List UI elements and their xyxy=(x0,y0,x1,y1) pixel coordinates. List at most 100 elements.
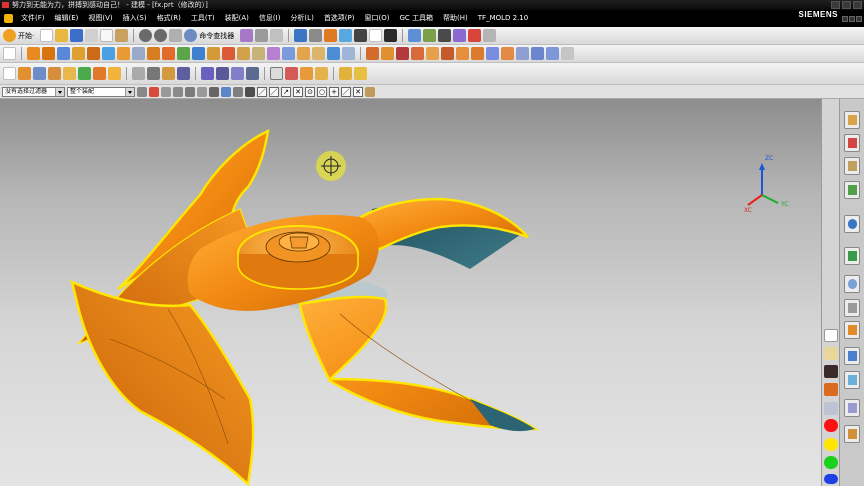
bom-icon[interactable] xyxy=(531,47,544,60)
control-point-snap-icon[interactable]: ↗ xyxy=(281,86,291,97)
render-style-icon[interactable] xyxy=(339,29,353,42)
undo-icon[interactable] xyxy=(139,29,153,42)
window-icon[interactable] xyxy=(255,29,269,42)
body-icon[interactable] xyxy=(48,67,61,80)
swatch-red[interactable] xyxy=(824,419,838,432)
core-cavity-icon[interactable] xyxy=(396,47,409,60)
display-icon[interactable] xyxy=(824,329,838,342)
split-body-icon[interactable] xyxy=(327,47,340,60)
selection-scope-dropdown[interactable]: 整个装配 xyxy=(67,86,135,97)
menu-edit[interactable]: 编辑(E) xyxy=(50,10,84,27)
block-icon[interactable] xyxy=(147,47,160,60)
part-navigator-tab[interactable] xyxy=(844,157,860,175)
doc-close-button[interactable] xyxy=(856,16,862,22)
standard-part-icon[interactable] xyxy=(426,47,439,60)
start-icon[interactable] xyxy=(3,29,16,42)
touch-mode-icon[interactable] xyxy=(240,29,254,42)
feature-rule-icon[interactable] xyxy=(185,86,195,97)
manufacturing-wizard-tab[interactable] xyxy=(844,321,860,339)
parting-icon[interactable] xyxy=(381,47,394,60)
repeat-command-icon[interactable] xyxy=(169,29,183,42)
menu-information[interactable]: 信息(I) xyxy=(254,10,286,27)
menu-gc-toolkit[interactable]: GC 工具箱 xyxy=(394,10,438,27)
menu-analysis[interactable]: 分析(L) xyxy=(285,10,318,27)
settings-icon[interactable] xyxy=(483,29,497,42)
cooling-icon[interactable] xyxy=(501,47,514,60)
edge-blend-icon[interactable] xyxy=(222,47,235,60)
doc-restore-button[interactable] xyxy=(849,16,855,22)
mold-wizard-icon[interactable] xyxy=(366,47,379,60)
body-rule-icon[interactable] xyxy=(197,86,207,97)
show-hide-icon[interactable] xyxy=(270,29,284,42)
swatch-blue[interactable] xyxy=(824,474,838,484)
patch-icon[interactable] xyxy=(78,67,91,80)
offset-face-icon[interactable] xyxy=(342,47,355,60)
menu-file[interactable]: 文件(F) xyxy=(16,10,50,27)
end-point-snap-icon[interactable]: ／ xyxy=(257,86,267,97)
clock-icon[interactable] xyxy=(468,29,482,42)
doc-minimize-button[interactable] xyxy=(842,16,848,22)
menu-tools[interactable]: 工具(T) xyxy=(186,10,220,27)
menu-view[interactable]: 视图(V) xyxy=(83,10,117,27)
hole-icon[interactable] xyxy=(57,47,70,60)
menu-help[interactable]: 帮助(H) xyxy=(438,10,473,27)
menu-tf-mold[interactable]: TF_MOLD 2.10 xyxy=(473,10,533,27)
curve-rule-icon[interactable] xyxy=(161,86,171,97)
open-folder-icon[interactable] xyxy=(55,29,69,42)
wcs-icon[interactable] xyxy=(233,86,243,97)
quadrant-snap-icon[interactable]: ○ xyxy=(317,86,327,97)
select-all-icon[interactable] xyxy=(209,86,219,97)
revolve-icon[interactable] xyxy=(42,47,55,60)
point-on-curve-snap-icon[interactable]: ／ xyxy=(341,86,351,97)
edge-display-icon[interactable] xyxy=(354,29,368,42)
snap-options-icon[interactable] xyxy=(365,86,375,97)
paste-icon[interactable] xyxy=(115,29,129,42)
arc-center-snap-icon[interactable]: ⊙ xyxy=(305,86,315,97)
triangle-icon[interactable] xyxy=(270,67,283,80)
command-finder-icon[interactable] xyxy=(184,29,198,42)
transform-icon[interactable] xyxy=(423,29,437,42)
mold-base-icon[interactable] xyxy=(411,47,424,60)
extrude-icon[interactable] xyxy=(27,47,40,60)
intersection-snap-icon[interactable]: ✕ xyxy=(293,86,303,97)
intersect-icon[interactable] xyxy=(207,47,220,60)
trim-icon[interactable] xyxy=(309,29,323,42)
view-icon[interactable] xyxy=(221,86,231,97)
redo-icon[interactable] xyxy=(154,29,168,42)
spring-icon[interactable] xyxy=(354,67,367,80)
line-icon[interactable] xyxy=(147,67,160,80)
pocket-icon[interactable] xyxy=(87,47,100,60)
roles-tab[interactable] xyxy=(844,347,860,365)
face-rule-icon[interactable] xyxy=(173,86,183,97)
menu-format[interactable]: 格式(R) xyxy=(152,10,186,27)
system-scenes-tab[interactable] xyxy=(844,371,860,389)
analysis-color-icon[interactable] xyxy=(824,365,838,378)
mirror-icon[interactable] xyxy=(297,47,310,60)
subtract-icon[interactable] xyxy=(192,47,205,60)
assembly-navigator-tab[interactable] xyxy=(844,111,860,129)
analyze-icon[interactable] xyxy=(300,67,313,80)
web-browser-tab[interactable] xyxy=(844,215,860,233)
boss-icon[interactable] xyxy=(72,47,85,60)
translucency-icon[interactable] xyxy=(824,402,838,415)
spline-icon[interactable] xyxy=(177,67,190,80)
tf-mold-tab[interactable] xyxy=(844,425,860,443)
new-file-icon[interactable] xyxy=(40,29,54,42)
swatch-green[interactable] xyxy=(824,456,838,469)
chamfer-icon[interactable] xyxy=(237,47,250,60)
datum-plane-icon[interactable] xyxy=(3,67,16,80)
process-studio-tab[interactable] xyxy=(844,299,860,317)
cut-icon[interactable] xyxy=(85,29,99,42)
graphics-viewport[interactable]: ZC YC XC xyxy=(0,99,821,486)
csys-icon[interactable] xyxy=(294,29,308,42)
through-curves-icon[interactable] xyxy=(216,67,229,80)
menu-insert[interactable]: 插入(S) xyxy=(118,10,152,27)
history-tab[interactable] xyxy=(844,247,860,265)
pad-icon[interactable] xyxy=(102,47,115,60)
constraint-navigator-tab[interactable] xyxy=(844,134,860,152)
unite-icon[interactable] xyxy=(177,47,190,60)
face-icon[interactable] xyxy=(33,67,46,80)
snap-point-icon[interactable] xyxy=(149,86,159,97)
drawing-icon[interactable] xyxy=(546,47,559,60)
palette-tab[interactable] xyxy=(844,399,860,417)
